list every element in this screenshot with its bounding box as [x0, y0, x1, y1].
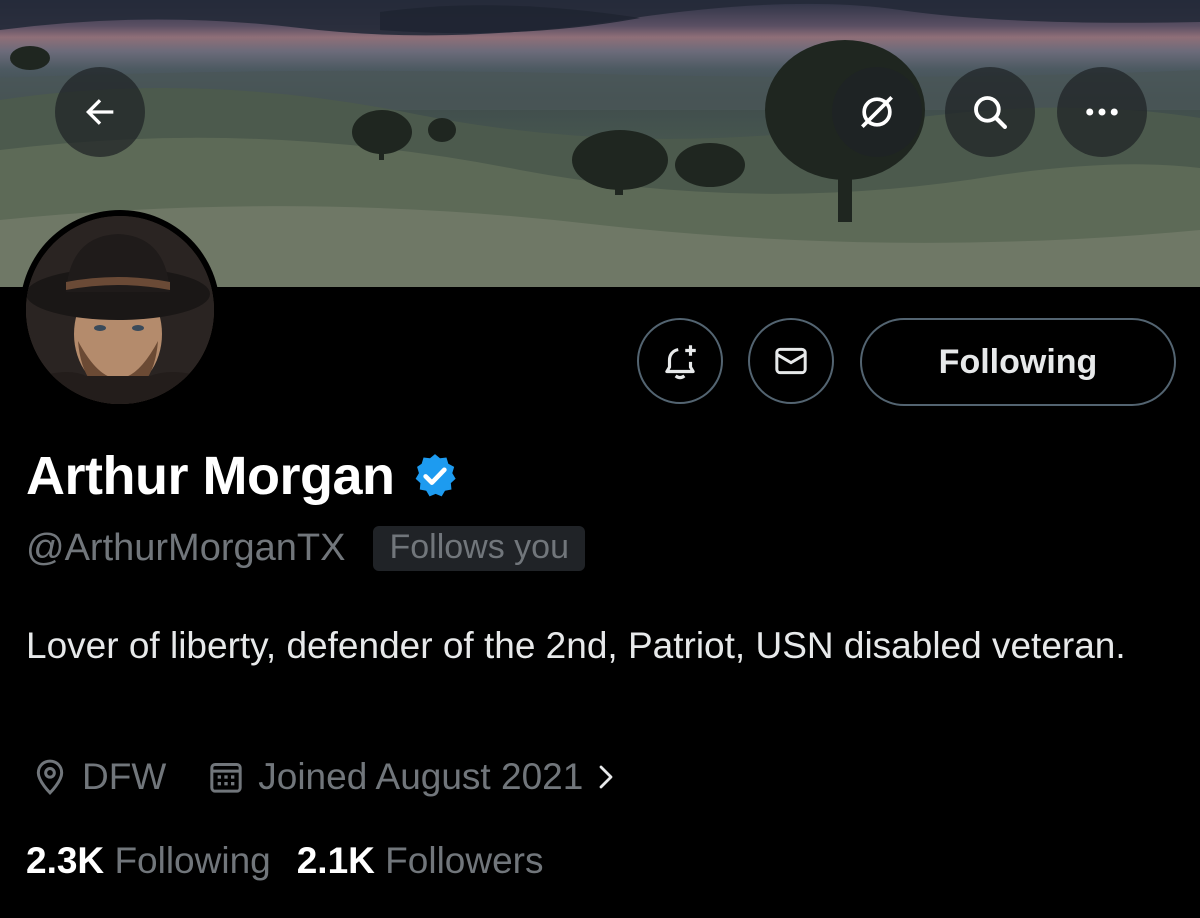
grok-icon — [861, 96, 893, 128]
location-pin-icon — [36, 759, 64, 795]
grok-button[interactable] — [832, 67, 922, 157]
followers-count: 2.1K — [296, 840, 375, 881]
following-count-link[interactable]: 2.3K Following — [26, 840, 271, 882]
avatar-image — [26, 216, 214, 404]
username-handle: @ArthurMorganTX — [26, 527, 346, 569]
envelope-icon — [775, 347, 807, 375]
profile-bio: Lover of liberty, defender of the 2nd, P… — [26, 625, 1126, 666]
followers-count-link[interactable]: 2.1K Followers — [297, 840, 544, 882]
more-horizontal-icon — [1086, 108, 1118, 116]
handle-row: @ArthurMorganTX Follows you — [26, 526, 585, 571]
following-label: Following — [114, 840, 271, 881]
message-button[interactable] — [748, 318, 834, 404]
display-name: Arthur Morgan — [26, 446, 395, 506]
join-date-text: Joined August 2021 — [258, 756, 584, 797]
more-button[interactable] — [1057, 67, 1147, 157]
location-text: DFW — [82, 756, 167, 797]
bell-plus-icon — [665, 345, 696, 380]
follow-stats: 2.3K Following 2.1K Followers — [26, 840, 570, 882]
calendar-icon — [210, 763, 242, 793]
avatar[interactable] — [20, 210, 220, 410]
arrow-left-icon — [86, 99, 114, 125]
following-button[interactable]: Following — [860, 318, 1176, 406]
search-button[interactable] — [945, 67, 1035, 157]
name-row: Arthur Morgan — [26, 445, 460, 507]
following-count: 2.3K — [26, 840, 105, 881]
verified-badge-icon[interactable] — [410, 451, 460, 501]
location: DFW — [30, 756, 166, 798]
back-button[interactable] — [55, 67, 145, 157]
followers-label: Followers — [385, 840, 544, 881]
chevron-right-icon — [599, 765, 613, 789]
join-date[interactable]: Joined August 2021 — [206, 756, 621, 798]
search-icon — [974, 96, 1007, 129]
follows-you-badge: Follows you — [373, 526, 585, 571]
notifications-button[interactable] — [637, 318, 723, 404]
profile-meta: DFW Joined August 2021 — [30, 756, 661, 798]
